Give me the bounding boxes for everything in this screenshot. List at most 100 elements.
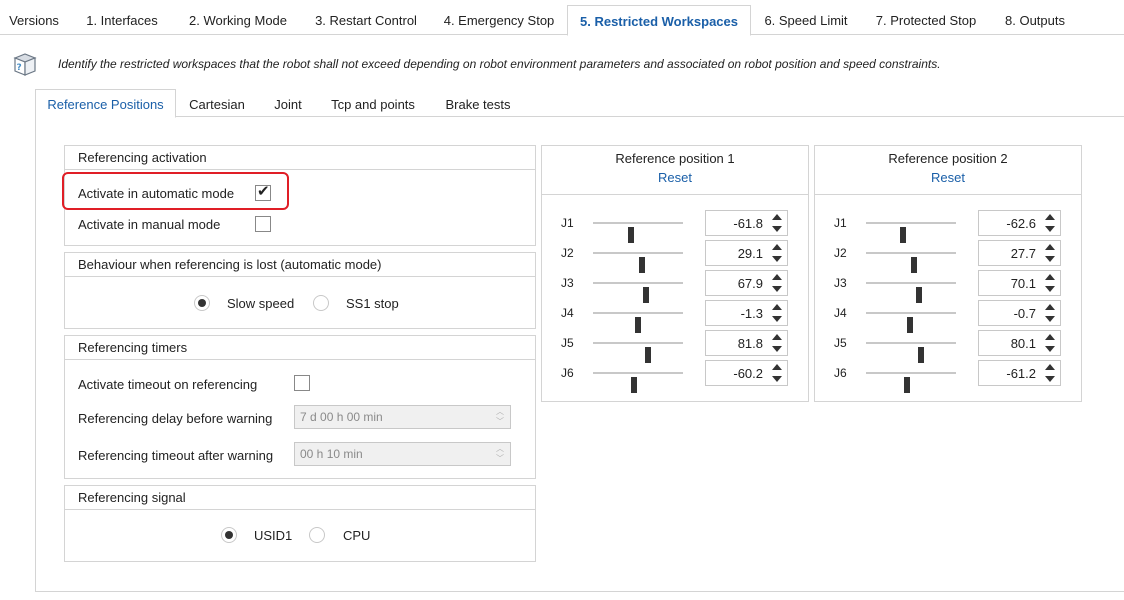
joint-value: -61.2 xyxy=(1006,366,1036,381)
tab-restart-control[interactable]: 3. Restart Control xyxy=(306,7,426,35)
joint-spinbox[interactable]: 80.1 xyxy=(978,330,1061,356)
joint-slider-track[interactable] xyxy=(593,222,683,243)
arrow-up-icon[interactable] xyxy=(772,334,782,340)
arrow-up-icon[interactable] xyxy=(772,364,782,370)
tab-protected-stop[interactable]: 7. Protected Stop xyxy=(866,7,986,35)
arrow-down-icon[interactable] xyxy=(772,346,782,352)
joint-row-j6: J6 -61.2 xyxy=(815,360,1083,393)
reset-button[interactable]: Reset xyxy=(815,166,1081,185)
joint-slider-track[interactable] xyxy=(593,282,683,303)
sub-tab-bar: Reference Positions Cartesian Joint Tcp … xyxy=(35,89,1124,118)
joint-label: J6 xyxy=(561,366,574,380)
slider-thumb[interactable] xyxy=(631,377,638,393)
subtab-reference-positions[interactable]: Reference Positions xyxy=(35,89,176,118)
joint-label: J4 xyxy=(834,306,847,320)
joint-spinbox[interactable]: 27.7 xyxy=(978,240,1061,266)
tab-interfaces[interactable]: 1. Interfaces xyxy=(74,7,170,35)
arrow-down-icon[interactable] xyxy=(772,226,782,232)
joint-row-j1: J1 -61.8 xyxy=(542,210,810,243)
radio-cpu[interactable] xyxy=(309,527,325,543)
arrow-down-icon[interactable] xyxy=(1045,376,1055,382)
tab-speed-limit[interactable]: 6. Speed Limit xyxy=(756,7,856,35)
arrow-up-icon[interactable] xyxy=(1045,304,1055,310)
subtab-brake-tests[interactable]: Brake tests xyxy=(437,93,519,117)
radio-usid1[interactable] xyxy=(221,527,237,543)
arrow-down-icon[interactable] xyxy=(772,286,782,292)
help-book-icon[interactable]: ? xyxy=(12,50,38,78)
joint-value: -1.3 xyxy=(740,306,763,321)
panel-header: Reference position 1 Reset xyxy=(542,146,808,195)
joint-label: J5 xyxy=(834,336,847,350)
arrow-down-icon[interactable] xyxy=(1045,226,1055,232)
delay-label: Referencing delay before warning xyxy=(78,411,273,426)
arrow-up-icon[interactable] xyxy=(1045,334,1055,340)
after-warning-label: Referencing timeout after warning xyxy=(78,448,274,463)
joint-slider-track[interactable] xyxy=(866,252,956,273)
joint-slider-track[interactable] xyxy=(593,342,683,363)
joint-row-j4: J4 -1.3 xyxy=(542,300,810,333)
arrow-up-icon[interactable] xyxy=(1045,364,1055,370)
subtab-joint[interactable]: Joint xyxy=(265,93,311,117)
manual-mode-checkbox[interactable] xyxy=(255,216,271,232)
arrow-down-icon[interactable] xyxy=(1045,286,1055,292)
joint-slider-track[interactable] xyxy=(866,372,956,393)
joint-spinbox[interactable]: -1.3 xyxy=(705,300,788,326)
group-title: Referencing signal xyxy=(65,486,535,510)
referencing-signal-group: Referencing signal USID1 CPU xyxy=(64,485,536,562)
panel-header: Reference position 2 Reset xyxy=(815,146,1081,195)
arrow-up-icon[interactable] xyxy=(1045,274,1055,280)
joint-value: 29.1 xyxy=(737,246,763,261)
after-warning-spinbox[interactable]: 00 h 10 min ︿ ﹀ xyxy=(294,442,511,466)
joint-value: -0.7 xyxy=(1013,306,1036,321)
tab-restricted-workspaces[interactable]: 5. Restricted Workspaces xyxy=(567,5,751,36)
reset-button[interactable]: Reset xyxy=(542,166,808,185)
delay-value: 7 d 00 h 00 min xyxy=(300,410,383,424)
joint-slider-track[interactable] xyxy=(866,342,956,363)
joint-slider-track[interactable] xyxy=(866,222,956,243)
arrow-down-icon[interactable] xyxy=(772,256,782,262)
subtab-cartesian[interactable]: Cartesian xyxy=(181,93,253,117)
joint-spinbox[interactable]: -61.2 xyxy=(978,360,1061,386)
slider-thumb[interactable] xyxy=(903,377,910,393)
subtab-tcp-and-points[interactable]: Tcp and points xyxy=(323,93,423,117)
arrow-up-icon[interactable] xyxy=(772,244,782,250)
radio-ss1-stop[interactable] xyxy=(313,295,329,311)
joint-label: J6 xyxy=(834,366,847,380)
tab-working-mode[interactable]: 2. Working Mode xyxy=(180,7,296,35)
joint-slider-track[interactable] xyxy=(593,312,683,333)
radio-slow-speed-label: Slow speed xyxy=(227,296,295,311)
joint-spinbox[interactable]: -61.8 xyxy=(705,210,788,236)
timeout-label: Activate timeout on referencing xyxy=(78,377,258,392)
joint-spinbox[interactable]: 29.1 xyxy=(705,240,788,266)
arrow-up-icon[interactable] xyxy=(772,304,782,310)
joint-spinbox[interactable]: 67.9 xyxy=(705,270,788,296)
group-title: Referencing timers xyxy=(65,336,535,360)
delay-spinbox[interactable]: 7 d 00 h 00 min ︿ ﹀ xyxy=(294,405,511,429)
arrow-down-icon[interactable] xyxy=(1045,256,1055,262)
arrow-up-icon[interactable] xyxy=(772,214,782,220)
joint-spinbox[interactable]: -60.2 xyxy=(705,360,788,386)
joint-label: J1 xyxy=(834,216,847,230)
joint-slider-track[interactable] xyxy=(866,282,956,303)
arrow-down-icon[interactable] xyxy=(772,316,782,322)
arrow-up-icon[interactable] xyxy=(1045,244,1055,250)
joint-spinbox[interactable]: 81.8 xyxy=(705,330,788,356)
arrow-down-icon[interactable] xyxy=(1045,316,1055,322)
joint-row-j4: J4 -0.7 xyxy=(815,300,1083,333)
arrow-down-icon[interactable] xyxy=(1045,346,1055,352)
joint-spinbox[interactable]: -62.6 xyxy=(978,210,1061,236)
tab-versions[interactable]: Versions xyxy=(0,7,68,35)
tab-emergency-stop[interactable]: 4. Emergency Stop xyxy=(436,7,562,35)
radio-cpu-label: CPU xyxy=(343,528,371,543)
tab-outputs[interactable]: 8. Outputs xyxy=(994,7,1076,35)
arrow-up-icon[interactable] xyxy=(772,274,782,280)
radio-slow-speed[interactable] xyxy=(194,295,210,311)
joint-slider-track[interactable] xyxy=(593,252,683,273)
joint-slider-track[interactable] xyxy=(593,372,683,393)
timeout-checkbox[interactable] xyxy=(294,375,310,391)
joint-slider-track[interactable] xyxy=(866,312,956,333)
joint-spinbox[interactable]: -0.7 xyxy=(978,300,1061,326)
joint-spinbox[interactable]: 70.1 xyxy=(978,270,1061,296)
arrow-down-icon[interactable] xyxy=(772,376,782,382)
arrow-up-icon[interactable] xyxy=(1045,214,1055,220)
